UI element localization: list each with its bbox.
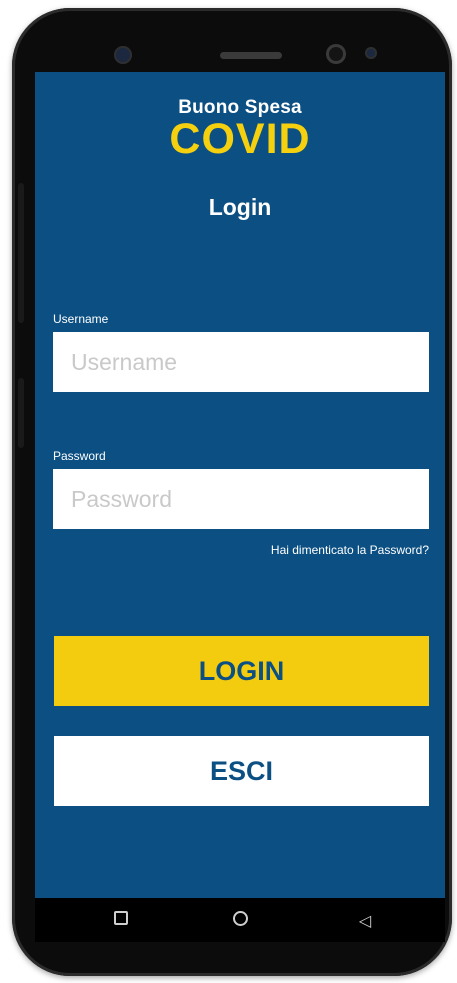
iris-scanner-icon — [326, 44, 346, 64]
recent-apps-icon[interactable] — [111, 911, 131, 930]
login-button[interactable]: LOGIN — [54, 636, 429, 706]
earpiece-speaker — [220, 52, 282, 59]
back-icon[interactable]: ◁ — [355, 911, 375, 931]
app-screen: Buono Spesa COVID Login Username Passwor… — [35, 72, 445, 898]
sensor-icon — [365, 47, 377, 59]
home-icon[interactable] — [230, 911, 250, 931]
forgot-password-link[interactable]: Hai dimenticato la Password? — [271, 543, 429, 557]
password-label: Password — [53, 449, 106, 463]
page-title: Login — [208, 194, 272, 220]
username-input[interactable] — [53, 332, 429, 392]
brand-logo-text: COVID — [169, 115, 311, 163]
exit-button[interactable]: ESCI — [54, 736, 429, 806]
front-camera-icon — [114, 46, 132, 64]
username-label: Username — [53, 312, 109, 326]
bixby-button — [18, 378, 24, 448]
password-input[interactable] — [53, 469, 429, 529]
volume-button — [18, 183, 24, 323]
android-navigation-bar: ◁ — [35, 898, 445, 942]
